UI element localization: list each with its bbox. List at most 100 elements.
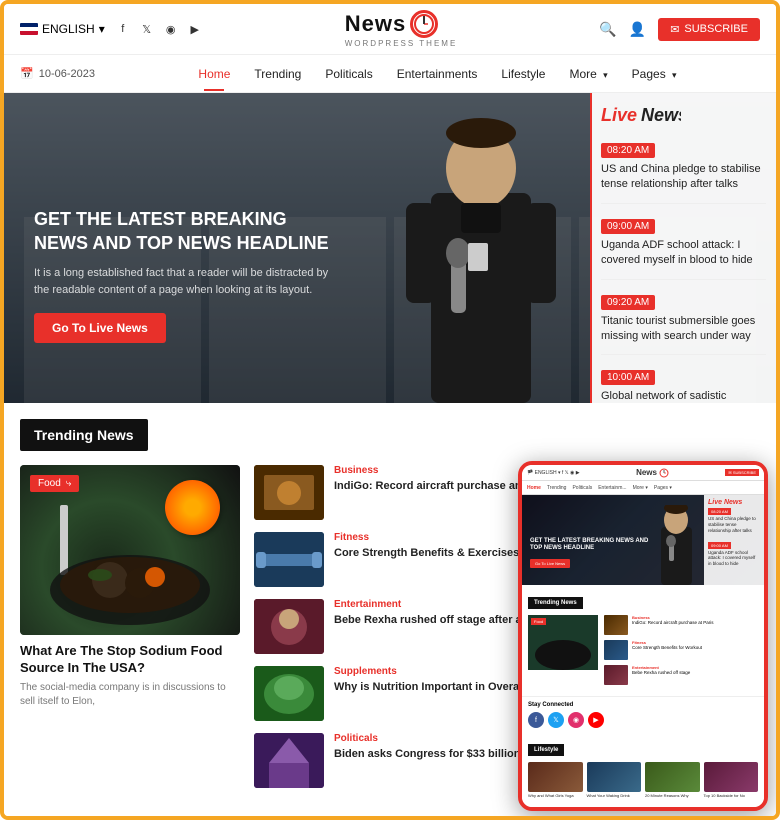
live-time-3: 09:20 AM	[601, 295, 655, 310]
preview-live-text-1: US and China pledge to stabilise tense r…	[708, 516, 760, 534]
preview-trending-item-1: Business IndiGo: Record aircraft purchas…	[604, 615, 758, 635]
preview-ls-img-2	[587, 762, 642, 792]
preview-twitter-icon: 𝕏	[548, 712, 564, 728]
orange-slice-icon	[165, 480, 220, 535]
preview-lifestyle-grid: Why and What Girls Yoga What Your Waking…	[528, 762, 758, 799]
trending-main-item: Food ⤷	[20, 465, 240, 800]
logo-box: News	[345, 10, 458, 38]
youtube-icon[interactable]: ▶	[187, 21, 203, 37]
facebook-icon[interactable]: f	[115, 21, 131, 37]
calendar-icon: 📅	[20, 67, 34, 80]
top-bar-left: ENGLISH ▾ f 𝕏 ◉ ▶	[20, 21, 203, 37]
preview-item-text-1: Business IndiGo: Record aircraft purchas…	[632, 615, 714, 635]
preview-item-img-3	[604, 665, 628, 685]
preview-nav: Home Trending Politicals Entertainm... M…	[522, 481, 764, 495]
instagram-icon[interactable]: ◉	[163, 21, 179, 37]
search-icon[interactable]: 🔍	[599, 21, 616, 38]
preview-item-text-3: Entertainment Bebe Rexha rushed off stag…	[632, 665, 690, 685]
preview-lifestyle-header: Lifestyle	[528, 744, 564, 756]
chevron-down-icon: ▾	[99, 22, 105, 36]
svg-text:News: News	[641, 105, 681, 125]
preview-nav-entertainments: Entertainm...	[598, 485, 626, 491]
preview-lifestyle-item-1: Why and What Girls Yoga	[528, 762, 583, 799]
nav-trending[interactable]: Trending	[242, 57, 313, 91]
preview-item-img-2	[604, 640, 628, 660]
live-news-text-1: US and China pledge to stabilise tense r…	[601, 162, 766, 193]
preview-stay-connected: Stay Connected f 𝕏 ◉ ▶	[522, 696, 764, 733]
tablet-device-preview: 🏴 ENGLISH ▾ f 𝕏 ◉ ▶ News ✉ SUBSCRIBE	[518, 461, 768, 811]
preview-hero-title: GET THE LATEST BREAKING NEWS ANDTOP NEWS…	[530, 538, 648, 552]
more-arrow-icon: ▾	[603, 70, 608, 80]
preview-hero-text: GET THE LATEST BREAKING NEWS ANDTOP NEWS…	[530, 538, 648, 570]
outer-frame: ENGLISH ▾ f 𝕏 ◉ ▶ News	[0, 0, 780, 820]
preview-ls-img-4	[704, 762, 759, 792]
orange-decoration	[165, 480, 220, 535]
live-time-4: 10:00 AM	[601, 370, 655, 385]
nav-lifestyle[interactable]: Lifestyle	[489, 57, 557, 91]
preview-live-time-1: 08:20 AM	[708, 508, 731, 515]
hero-title: GET THE LATEST BREAKING NEWS AND TOP NEW…	[34, 208, 334, 255]
bottom-content-area: Trending News Food ⤷	[4, 403, 776, 816]
trending-item-img-entertainment	[254, 599, 324, 654]
preview-lifestyle-item-4: Top 10 Backside for No	[704, 762, 759, 799]
nav-links: Home Trending Politicals Entertainments …	[115, 57, 760, 91]
twitter-icon[interactable]: 𝕏	[139, 21, 155, 37]
preview-youtube-icon: ▶	[588, 712, 604, 728]
hero-description: It is a long established fact that a rea…	[34, 265, 334, 298]
live-time-2: 09:00 AM	[601, 219, 655, 234]
top-bar-right: 🔍 👤 ✉ SUBSCRIBE	[599, 18, 760, 41]
preview-hero: GET THE LATEST BREAKING NEWS ANDTOP NEWS…	[522, 495, 764, 585]
nav-pages[interactable]: Pages ▾	[620, 57, 689, 91]
preview-cta-btn: Go To Live News	[530, 559, 570, 568]
preview-ls-text-1: Why and What Girls Yoga	[528, 794, 583, 799]
preview-subscribe: ✉ SUBSCRIBE	[725, 469, 759, 476]
preview-nav-more: More ▾	[633, 485, 648, 491]
tablet-screen: 🏴 ENGLISH ▾ f 𝕏 ◉ ▶ News ✉ SUBSCRIBE	[522, 465, 764, 807]
live-news-text-3: Titanic tourist submersible goes missing…	[601, 314, 766, 345]
preview-live-text-2: Uganda ADF school attack: I covered myse…	[708, 550, 760, 568]
preview-item-text-2: Fitness Core Strength Benefits for Worko…	[632, 640, 702, 660]
preview-ls-text-4: Top 10 Backside for No	[704, 794, 759, 799]
nav-entertainments[interactable]: Entertainments	[385, 57, 490, 91]
preview-trending-item-3: Entertainment Bebe Rexha rushed off stag…	[604, 665, 758, 685]
hero-section: GET THE LATEST BREAKING NEWS AND TOP NEW…	[4, 93, 776, 403]
live-news-panel: Live News 08:20 AM US and China pledge t…	[591, 93, 776, 403]
subscribe-button[interactable]: ✉ SUBSCRIBE	[658, 18, 760, 41]
preview-stay-title: Stay Connected	[528, 702, 758, 708]
preview-topbar: 🏴 ENGLISH ▾ f 𝕏 ◉ ▶ News ✉ SUBSCRIBE	[522, 465, 764, 481]
preview-logo-area: News	[636, 468, 669, 478]
preview-trending-list: Business IndiGo: Record aircraft purchas…	[604, 615, 758, 690]
preview-social-icons: f 𝕏 ◉ ▶	[528, 712, 758, 728]
preview-title-1: IndiGo: Record aircraft purchase at Pari…	[632, 620, 714, 625]
live-news-text-4: Global network of sadistic monkey tortur…	[601, 389, 766, 403]
trending-main-desc: The social-media company is in discussio…	[20, 681, 240, 709]
trending-main-title: What Are The Stop Sodium Food Source In …	[20, 643, 240, 677]
preview-lang: 🏴 ENGLISH ▾ f 𝕏 ◉ ▶	[527, 470, 580, 476]
live-item-2: 09:00 AM Uganda ADF school attack: I cov…	[601, 216, 766, 280]
preview-title-2: Core Strength Benefits for Workout	[632, 645, 702, 650]
preview-item-img-1	[604, 615, 628, 635]
preview-nav-pages: Pages ▾	[654, 485, 672, 491]
language-label: ENGLISH	[42, 22, 95, 36]
nav-bar: 📅 10-06-2023 Home Trending Politicals En…	[4, 55, 776, 93]
preview-live-panel: Live News 08:20 AM US and China pledge t…	[704, 495, 764, 585]
live-news-button[interactable]: Go To Live News	[34, 313, 166, 343]
top-bar: ENGLISH ▾ f 𝕏 ◉ ▶ News	[4, 4, 776, 55]
preview-ls-img-1	[528, 762, 583, 792]
preview-instagram-icon: ◉	[568, 712, 584, 728]
user-icon[interactable]: 👤	[629, 21, 646, 38]
flag-icon	[20, 23, 38, 35]
svg-text:Live: Live	[601, 105, 637, 125]
language-selector[interactable]: ENGLISH ▾	[20, 22, 105, 36]
nav-home[interactable]: Home	[186, 57, 242, 91]
preview-facebook-icon: f	[528, 712, 544, 728]
share-icon: ⤷	[66, 478, 72, 489]
live-item-3: 09:20 AM Titanic tourist submersible goe…	[601, 292, 766, 356]
trending-item-img-business	[254, 465, 324, 520]
nav-more[interactable]: More ▾	[557, 57, 619, 91]
preview-lifestyle-section: Lifestyle Why and What Girls Yoga What Y…	[522, 733, 764, 804]
nav-politicals[interactable]: Politicals	[313, 57, 384, 91]
pages-arrow-icon: ▾	[672, 70, 677, 80]
preview-trending-section: Trending News Food	[522, 585, 764, 696]
preview-nav-trending: Trending	[547, 485, 567, 491]
